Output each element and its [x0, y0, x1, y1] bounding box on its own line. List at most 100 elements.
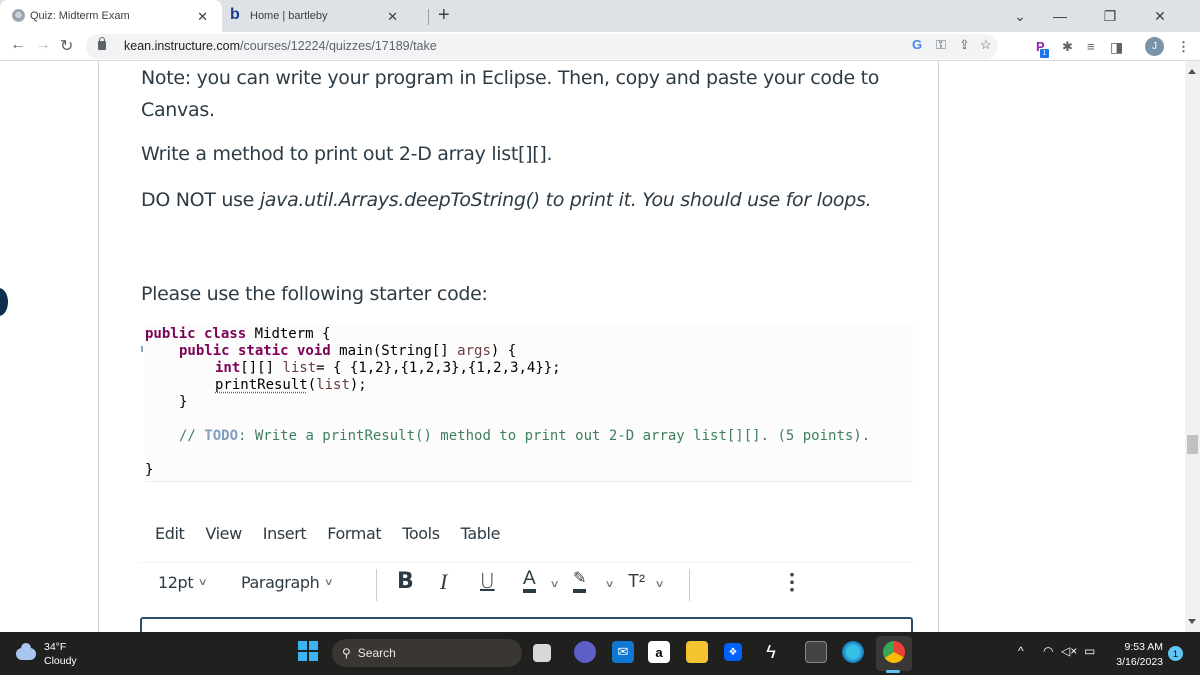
answer-editor-area[interactable]: [140, 617, 913, 632]
code-line-close-class: }: [145, 462, 154, 478]
tab-search-chevron-icon[interactable]: ⌄: [1000, 0, 1040, 32]
tab-bartleby[interactable]: b Home | bartleby ✕: [222, 0, 412, 32]
back-arrow-icon[interactable]: ←: [10, 36, 26, 54]
page-scrollbar[interactable]: [1185, 61, 1200, 632]
start-windows-icon[interactable]: [298, 641, 318, 661]
text-color-button[interactable]: A: [523, 569, 536, 593]
note-line-1: Note: you can write your program in Ecli…: [141, 67, 880, 89]
window-close-button[interactable]: ✕: [1140, 0, 1180, 32]
app-lightning-icon[interactable]: ϟ: [760, 641, 782, 663]
warning-text: DO NOT use java.util.Arrays.deepToString…: [141, 189, 872, 211]
starter-code-label: Please use the following starter code:: [141, 283, 488, 305]
extensions-puzzle-icon[interactable]: ✱: [1062, 39, 1073, 55]
system-clock[interactable]: 9:53 AM 3/16/2023: [1115, 640, 1163, 670]
show-hidden-icons-chevron-icon[interactable]: ^: [1018, 644, 1024, 658]
instruction-text: Write a method to print out 2-D array li…: [141, 143, 553, 165]
cloud-icon: [16, 643, 36, 660]
teams-chat-icon[interactable]: [574, 641, 596, 663]
menu-edit[interactable]: Edit: [155, 524, 185, 543]
battery-icon[interactable]: ▭: [1084, 644, 1095, 658]
code-line-array: int[][] list= { {1,2},{1,2,3},{1,2,3,4}}…: [215, 360, 561, 376]
url-text[interactable]: kean.instructure.com/courses/12224/quizz…: [124, 39, 437, 53]
menu-format[interactable]: Format: [327, 524, 381, 543]
block-format-select[interactable]: Paragraph ∨: [241, 573, 334, 592]
editor-menubar: Edit View Insert Format Tools Table: [155, 524, 500, 543]
scroll-down-arrow-icon[interactable]: [1188, 619, 1196, 624]
bold-button[interactable]: B: [397, 569, 414, 594]
reload-icon[interactable]: ↻: [60, 36, 73, 56]
tab-quiz-midterm[interactable]: Quiz: Midterm Exam ✕: [0, 0, 222, 32]
snipping-tool-icon[interactable]: [805, 641, 827, 663]
task-view-icon[interactable]: [533, 644, 551, 662]
search-icon: ⚲: [342, 646, 351, 660]
active-app-indicator: [886, 670, 900, 673]
sidebar-edge-indicator: [0, 288, 8, 316]
tab-title: Home | bartleby: [250, 10, 328, 22]
chrome-browser-icon[interactable]: [883, 641, 905, 663]
browser-toolbar: ← → ↻ kean.instructure.com/courses/12224…: [0, 32, 1200, 61]
browser-tab-strip: Quiz: Midterm Exam ✕ b Home | bartleby ✕…: [0, 0, 1200, 32]
taskbar-search[interactable]: ⚲ Search: [332, 639, 522, 667]
note-line-2: Canvas.: [141, 99, 215, 121]
close-icon[interactable]: ✕: [197, 9, 208, 25]
media-control-icon[interactable]: ≡: [1087, 39, 1095, 54]
lock-icon: [98, 37, 106, 50]
close-icon[interactable]: ✕: [387, 9, 398, 25]
tab-title: Quiz: Midterm Exam: [30, 10, 130, 22]
menu-view[interactable]: View: [205, 524, 242, 543]
temperature: 34°F: [44, 641, 67, 653]
file-explorer-icon[interactable]: [686, 641, 708, 663]
editor-format-toolbar: 12pt ∨ Paragraph ∨ B I U A ∨ ✎ ∨ T² ∨ ⋮: [140, 563, 913, 605]
new-tab-button[interactable]: +: [438, 4, 450, 27]
forward-arrow-icon[interactable]: →: [35, 36, 51, 54]
italic-button[interactable]: I: [440, 569, 447, 595]
chevron-down-icon: ∨: [197, 577, 208, 588]
dropbox-icon[interactable]: ❖: [724, 643, 742, 661]
menu-tools[interactable]: Tools: [402, 524, 440, 543]
side-panel-icon[interactable]: ◨: [1110, 39, 1123, 56]
font-size-select[interactable]: 12pt ∨: [158, 573, 208, 592]
restore-button[interactable]: ❐: [1090, 0, 1130, 32]
scroll-up-arrow-icon[interactable]: [1188, 69, 1196, 74]
tab-divider: [428, 9, 429, 25]
more-options-icon[interactable]: ⋮: [781, 569, 803, 595]
weather-widget[interactable]: 34°F Cloudy: [16, 640, 77, 668]
chevron-down-icon[interactable]: ∨: [605, 579, 615, 590]
amazon-icon[interactable]: a: [648, 641, 670, 663]
volume-muted-icon[interactable]: ◁×: [1061, 644, 1077, 658]
bartleby-favicon-icon: b: [230, 6, 240, 23]
key-icon[interactable]: ⚿: [936, 37, 946, 53]
extension-badge: 1: [1040, 49, 1049, 58]
toolbar-separator: [689, 569, 690, 601]
weather-condition: Cloudy: [44, 655, 77, 667]
notification-badge[interactable]: 1: [1168, 646, 1183, 661]
code-line-close-main: }: [179, 394, 188, 410]
code-line-class: public class Midterm {: [145, 326, 331, 342]
wifi-icon[interactable]: ◠: [1043, 644, 1053, 658]
code-line-comment: // TODO: Write a printResult() method to…: [179, 428, 871, 444]
code-line-main: public static void main(String[] args) {: [179, 343, 517, 359]
chevron-down-icon[interactable]: ∨: [550, 579, 560, 590]
superscript-button[interactable]: T²: [628, 571, 645, 592]
menu-table[interactable]: Table: [461, 524, 501, 543]
menu-insert[interactable]: Insert: [263, 524, 307, 543]
mail-icon[interactable]: ✉: [612, 641, 634, 663]
page-viewport: Note: you can write your program in Ecli…: [0, 61, 1185, 632]
toolbar-separator: [376, 569, 377, 601]
google-lens-icon[interactable]: G: [912, 37, 922, 52]
bookmark-star-icon[interactable]: ☆: [980, 37, 992, 53]
scrollbar-thumb[interactable]: [1187, 435, 1198, 454]
address-bar[interactable]: kean.instructure.com/courses/12224/quizz…: [86, 34, 998, 59]
underline-button[interactable]: U: [480, 569, 495, 593]
search-label: Search: [357, 646, 396, 660]
highlight-color-button[interactable]: ✎: [573, 569, 587, 593]
clock-time: 9:53 AM: [1124, 641, 1163, 653]
block-format-value: Paragraph: [241, 573, 320, 592]
edge-browser-icon[interactable]: [842, 641, 864, 663]
font-size-value: 12pt: [158, 573, 194, 592]
chrome-menu-icon[interactable]: ⋮: [1177, 39, 1190, 55]
minimize-button[interactable]: —: [1040, 0, 1080, 32]
share-icon[interactable]: ⇪: [959, 37, 970, 53]
profile-avatar[interactable]: J: [1145, 37, 1164, 56]
chevron-down-icon[interactable]: ∨: [655, 579, 665, 590]
